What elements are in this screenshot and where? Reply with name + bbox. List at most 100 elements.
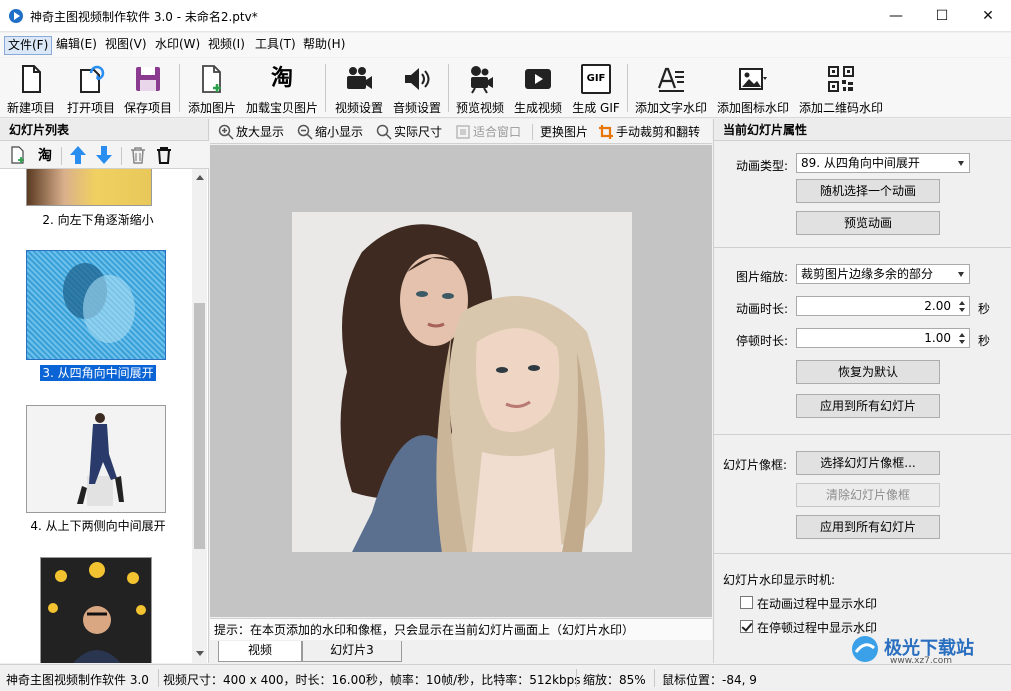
watermark-timing-label: 幻灯片水印显示时机:: [723, 573, 836, 587]
spin-down-icon[interactable]: [959, 340, 965, 344]
crop-icon: [599, 125, 613, 139]
add-qrcode-watermark-button[interactable]: 添加二维码水印: [796, 60, 886, 116]
crop-flip-button[interactable]: 手动裁剪和翻转: [596, 123, 700, 141]
spin-up-icon[interactable]: [959, 333, 965, 337]
slide-thumbnail-selected[interactable]: [26, 250, 166, 360]
menu-help[interactable]: 帮助(H): [300, 36, 348, 55]
save-project-button[interactable]: 保存项目: [120, 60, 176, 116]
zoom-out-button[interactable]: 缩小显示: [295, 123, 363, 141]
video-play-icon: [525, 69, 551, 89]
slide-label[interactable]: 4. 从上下两侧向中间展开: [4, 517, 192, 534]
chevron-down-icon: [958, 272, 964, 277]
minimize-button[interactable]: —: [873, 0, 919, 32]
watermark-logo-icon: [852, 636, 878, 662]
zoom-out-label: 缩小显示: [315, 125, 364, 139]
add-image-button[interactable]: 添加图片: [183, 60, 241, 116]
preview-animation-button[interactable]: 预览动画: [796, 211, 940, 235]
show-during-pause-checkbox[interactable]: [740, 620, 753, 633]
new-project-icon: [22, 65, 41, 93]
open-project-icon: [80, 65, 105, 93]
scroll-up-icon[interactable]: [196, 175, 204, 180]
seconds-unit: 秒: [978, 334, 991, 348]
scroll-down-icon[interactable]: [196, 651, 204, 656]
arrow-up-icon: [70, 146, 86, 164]
menu-view[interactable]: 视图(V): [102, 36, 150, 55]
fit-window-button[interactable]: 适合窗口: [453, 123, 521, 141]
apply-all-slides-button[interactable]: 应用到所有幻灯片: [796, 394, 940, 418]
choose-frame-button[interactable]: 选择幻灯片像框...: [796, 451, 940, 475]
spin-down-icon[interactable]: [959, 308, 965, 312]
animation-type-dropdown[interactable]: 89. 从四角向中间展开: [796, 153, 970, 173]
image-watermark-icon: [739, 68, 767, 90]
pause-duration-input[interactable]: 1.00: [796, 328, 970, 348]
slide-thumbnail[interactable]: [26, 405, 166, 513]
add-icon-watermark-button[interactable]: 添加图标水印: [713, 60, 793, 116]
preview-video-button[interactable]: 预览视频: [452, 60, 508, 116]
show-during-animation-checkbox[interactable]: [740, 596, 753, 609]
reset-default-button[interactable]: 恢复为默认: [796, 360, 940, 384]
add-slide-button[interactable]: [7, 144, 29, 166]
crop-flip-label: 手动裁剪和翻转: [616, 125, 701, 139]
animation-type-value: 89. 从四角向中间展开: [801, 156, 920, 170]
image-scale-dropdown[interactable]: 裁剪图片边缘多余的部分: [796, 264, 970, 284]
menu-tools[interactable]: 工具(T): [252, 36, 299, 55]
spin-up-icon[interactable]: [959, 301, 965, 305]
open-project-button[interactable]: 打开项目: [62, 60, 120, 116]
slide-preview-image[interactable]: [292, 212, 632, 552]
new-project-button[interactable]: 新建项目: [2, 60, 60, 116]
slide-label[interactable]: 2. 向左下角逐渐缩小: [4, 211, 192, 228]
tab-slide3[interactable]: 幻灯片3: [302, 641, 402, 662]
maximize-button[interactable]: ☐: [919, 0, 965, 32]
toolbar-separator: [121, 147, 122, 165]
apply-frame-all-button[interactable]: 应用到所有幻灯片: [796, 515, 940, 539]
generate-video-button[interactable]: 生成视频: [510, 60, 566, 116]
tab-video[interactable]: 视频: [218, 641, 302, 662]
delete-all-slides-button[interactable]: [153, 144, 175, 166]
menu-edit[interactable]: 编辑(E): [53, 36, 100, 55]
slide-thumbnail[interactable]: [26, 169, 152, 206]
move-down-button[interactable]: [93, 144, 115, 166]
move-up-button[interactable]: [67, 144, 89, 166]
load-taobao-images-button[interactable]: 淘 加载宝贝图片: [243, 60, 321, 116]
trash-icon: [131, 147, 145, 164]
toolbar-separator: [61, 147, 62, 165]
menu-file[interactable]: 文件(F): [4, 36, 53, 55]
save-project-icon: [136, 67, 160, 91]
section-divider: [714, 434, 1011, 435]
taobao-slide-button[interactable]: 淘: [34, 144, 56, 166]
close-button[interactable]: ✕: [965, 0, 1011, 32]
menu-watermark[interactable]: 水印(W): [152, 36, 203, 55]
actual-size-button[interactable]: 实际尺寸: [374, 123, 442, 141]
random-animation-button[interactable]: 随机选择一个动画: [796, 179, 940, 203]
speaker-icon: [405, 68, 430, 90]
add-text-watermark-button[interactable]: 添加文字水印: [632, 60, 710, 116]
clear-frame-button[interactable]: 清除幻灯片像框: [796, 483, 940, 507]
slide-thumbnail[interactable]: [40, 557, 152, 663]
animation-duration-label: 动画时长:: [736, 302, 789, 316]
slide-list-panel: 幻灯片列表 淘 2. 向左下角逐渐缩小 3. 从四角向中间展开 4. 从上下两侧…: [0, 119, 209, 663]
scrollbar-thumb[interactable]: [194, 303, 205, 549]
preview-canvas[interactable]: [210, 145, 712, 617]
slide-frame-label: 幻灯片像框:: [723, 458, 788, 472]
show-during-animation-label[interactable]: 在动画过程中显示水印: [757, 595, 877, 612]
animation-duration-input[interactable]: 2.00: [796, 296, 970, 316]
zoom-in-button[interactable]: 放大显示: [216, 123, 284, 141]
generate-gif-button[interactable]: GIF 生成 GIF: [568, 60, 624, 116]
menu-video[interactable]: 视频(I): [205, 36, 248, 55]
slide-label-selected[interactable]: 3. 从四角向中间展开: [4, 364, 192, 381]
app-logo-icon: [9, 9, 23, 23]
hint-text: 提示：在本页添加的水印和像框，只会显示在当前幻灯片画面上（幻灯片水印）: [210, 618, 712, 640]
video-settings-button[interactable]: 视频设置: [330, 60, 388, 116]
toolbar-separator: [448, 64, 449, 112]
status-bar: 神奇主图视频制作软件 3.0 视频尺寸：400 x 400，时长：16.00秒，…: [0, 664, 1011, 691]
actual-size-icon: [376, 124, 392, 140]
taobao-icon: 淘: [270, 66, 293, 91]
status-mouse-position: 鼠标位置：-84, 9: [662, 673, 757, 687]
audio-settings-button[interactable]: 音频设置: [389, 60, 445, 116]
zoom-out-icon: [297, 124, 313, 140]
image-scale-value: 裁剪图片边缘多余的部分: [801, 267, 934, 281]
slide-list-scrollbar[interactable]: [192, 169, 207, 663]
delete-slide-button[interactable]: [127, 144, 149, 166]
replace-image-button[interactable]: 更换图片: [520, 123, 588, 141]
toolbar-label: 添加图标水印: [716, 101, 789, 115]
